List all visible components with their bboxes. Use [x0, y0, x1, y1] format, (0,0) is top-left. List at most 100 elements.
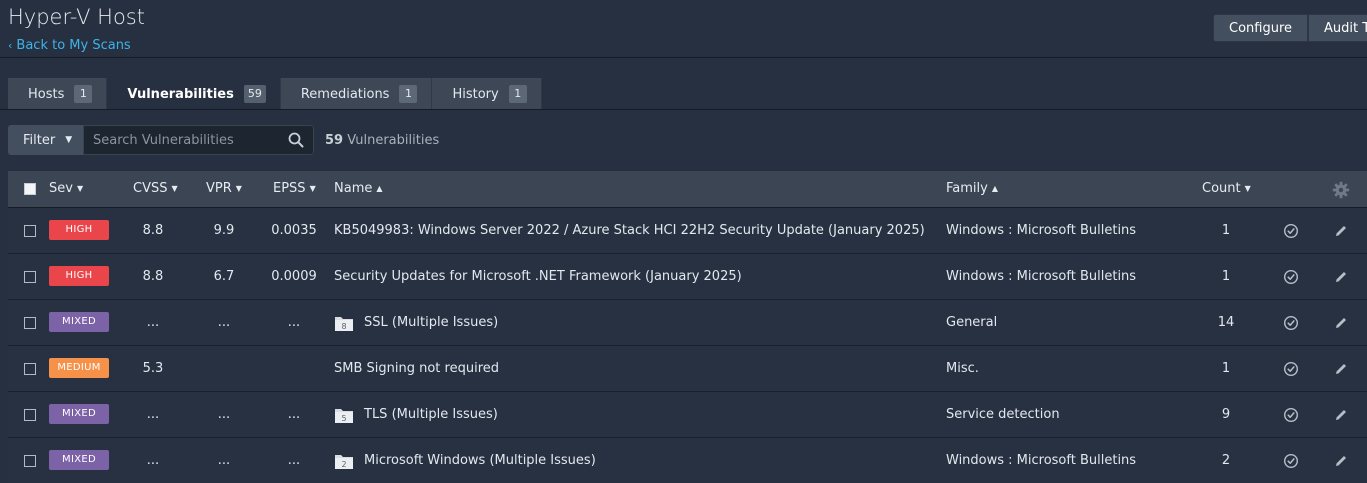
- family-value: Windows : Microsoft Bulletins: [946, 223, 1137, 238]
- search-icon[interactable]: [288, 132, 304, 148]
- column-header-label: EPSS: [273, 181, 306, 196]
- pencil-icon[interactable]: [1333, 361, 1349, 377]
- search-input[interactable]: [93, 132, 283, 149]
- cvss-value: ...: [146, 407, 160, 422]
- column-header-cvss[interactable]: CVSS ▼: [133, 181, 178, 196]
- count-value: 1: [1221, 269, 1231, 284]
- table-row[interactable]: MIXED......... 8 SSL (Multiple Issues) Gene…: [8, 300, 1367, 346]
- sort-desc-icon: ▼: [76, 184, 84, 193]
- table-row[interactable]: MIXED......... 2 Microsoft Windows (Multip…: [8, 438, 1367, 483]
- pencil-icon[interactable]: [1333, 453, 1349, 469]
- check-circle-icon[interactable]: [1283, 453, 1299, 469]
- epss-value: ...: [287, 453, 301, 468]
- check-circle-icon[interactable]: [1283, 269, 1299, 285]
- sort-desc-icon: ▼: [309, 184, 316, 193]
- column-header-label: Name: [334, 181, 373, 196]
- cvss-value: ...: [146, 453, 160, 468]
- severity-badge: MIXED: [49, 450, 109, 470]
- caret-down-icon: ▼: [65, 135, 73, 145]
- audit-trail-button[interactable]: Audit Tr: [1308, 14, 1367, 42]
- tab-label: Hosts: [28, 86, 65, 102]
- vpr-value: ...: [217, 453, 231, 468]
- chevron-left-icon: ‹: [8, 39, 13, 52]
- tab-count-badge: 1: [508, 85, 527, 103]
- configure-button[interactable]: Configure: [1213, 14, 1309, 42]
- folder-icon: 8: [335, 317, 353, 331]
- folder-count: 5: [341, 414, 346, 423]
- pencil-icon[interactable]: [1333, 315, 1349, 331]
- tab-history[interactable]: History 1: [432, 78, 542, 110]
- severity-badge: MIXED: [49, 404, 109, 424]
- tab-count-badge: 1: [74, 85, 93, 103]
- folder-count: 8: [341, 322, 346, 331]
- table-row[interactable]: MEDIUM 5.3 SMB Signing not required Misc. 1: [8, 346, 1367, 392]
- epss-value: ...: [287, 315, 301, 330]
- epss-value: 0.0009: [271, 269, 317, 284]
- check-circle-icon[interactable]: [1283, 223, 1299, 239]
- severity-badge: HIGH: [49, 220, 109, 240]
- tab-remediations[interactable]: Remediations 1: [280, 78, 433, 110]
- sort-asc-icon: ▲: [376, 184, 383, 193]
- pencil-icon[interactable]: [1333, 407, 1349, 423]
- count-value: 9: [1221, 407, 1231, 422]
- back-link[interactable]: ‹ Back to My Scans: [8, 38, 131, 53]
- vpr-value: 9.9: [213, 223, 235, 238]
- tab-label: History: [452, 86, 499, 102]
- vulnerability-name[interactable]: SSL (Multiple Issues): [364, 315, 498, 330]
- table-row[interactable]: HIGH 8.8 6.7 0.0009 Security Updates for Mic…: [8, 254, 1367, 300]
- vulnerabilities-table: Sev ▼ CVSS ▼ VPR ▼ EPSS ▼ Name ▲ Family ▲ Coun…: [8, 171, 1367, 483]
- pencil-icon[interactable]: [1333, 223, 1349, 239]
- count-value: 1: [1221, 361, 1231, 376]
- column-header-name[interactable]: Name ▲: [334, 181, 383, 196]
- vulnerability-count-number: 59: [325, 133, 344, 148]
- vulnerability-name[interactable]: Microsoft Windows (Multiple Issues): [364, 453, 596, 468]
- column-header-vpr[interactable]: VPR ▼: [206, 181, 242, 196]
- gear-icon[interactable]: [1332, 181, 1350, 199]
- check-circle-icon[interactable]: [1283, 407, 1299, 423]
- column-header-label: VPR: [206, 181, 232, 196]
- check-circle-icon[interactable]: [1283, 315, 1299, 331]
- page-header: Hyper-V Host ‹ Back to My Scans Configure…: [0, 0, 1367, 58]
- filter-button[interactable]: Filter ▼: [8, 125, 83, 155]
- row-checkbox[interactable]: [24, 409, 36, 421]
- severity-badge: MEDIUM: [49, 358, 109, 378]
- column-header-sev[interactable]: Sev ▼: [49, 181, 83, 196]
- filter-label: Filter: [23, 132, 56, 148]
- epss-value: ...: [287, 407, 301, 422]
- vpr-value: ...: [217, 407, 231, 422]
- tab-hosts[interactable]: Hosts 1: [8, 78, 108, 110]
- column-header-family[interactable]: Family ▲: [946, 181, 998, 196]
- row-checkbox[interactable]: [24, 455, 36, 467]
- column-header-count[interactable]: Count ▼: [1202, 181, 1251, 196]
- row-checkbox[interactable]: [24, 317, 36, 329]
- back-link-label: Back to My Scans: [16, 38, 131, 53]
- vulnerability-name[interactable]: Security Updates for Microsoft .NET Fram…: [334, 269, 742, 284]
- column-header-epss[interactable]: EPSS ▼: [273, 181, 316, 196]
- folder-icon: 5: [335, 409, 353, 423]
- cvss-value: 8.8: [142, 223, 164, 238]
- count-value: 14: [1217, 315, 1235, 330]
- tab-label: Remediations: [300, 86, 390, 102]
- pencil-icon[interactable]: [1333, 269, 1349, 285]
- select-all-checkbox[interactable]: [24, 183, 36, 195]
- sort-desc-icon: ▼: [1244, 184, 1251, 193]
- tab-divider: [0, 109, 1367, 110]
- check-circle-icon[interactable]: [1283, 361, 1299, 377]
- cvss-value: ...: [146, 315, 160, 330]
- severity-badge: HIGH: [49, 266, 109, 286]
- severity-badge: MIXED: [49, 312, 109, 332]
- row-checkbox[interactable]: [24, 225, 36, 237]
- column-header-label: CVSS: [133, 181, 168, 196]
- vulnerability-name[interactable]: KB5049983: Windows Server 2022 / Azure S…: [334, 223, 925, 238]
- vulnerability-name[interactable]: TLS (Multiple Issues): [364, 407, 498, 422]
- table-row[interactable]: MIXED......... 5 TLS (Multiple Issues) Serv…: [8, 392, 1367, 438]
- tab-label: Vulnerabilities: [127, 86, 234, 102]
- tab-vulnerabilities[interactable]: Vulnerabilities 59: [107, 78, 281, 110]
- epss-value: 0.0035: [271, 223, 317, 238]
- table-row[interactable]: HIGH 8.8 9.9 0.0035 KB5049983: Windows Serve…: [8, 208, 1367, 254]
- vulnerability-name[interactable]: SMB Signing not required: [334, 361, 499, 376]
- row-checkbox[interactable]: [24, 363, 36, 375]
- page-title: Hyper-V Host: [8, 5, 145, 29]
- tab-bar: Hosts 1 Vulnerabilities 59 Remediations …: [8, 78, 542, 110]
- row-checkbox[interactable]: [24, 271, 36, 283]
